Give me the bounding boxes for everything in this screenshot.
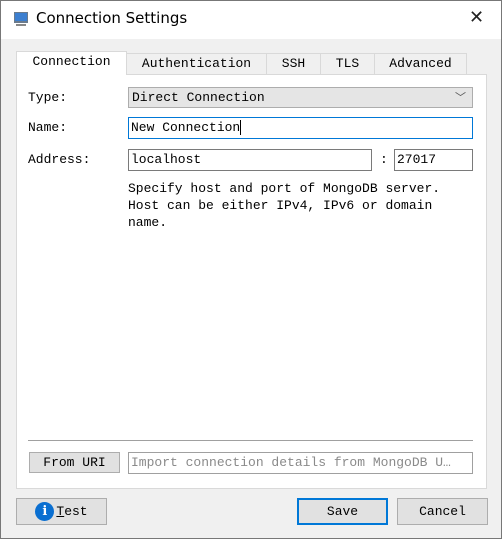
uri-input[interactable]: Import connection details from MongoDB U…: [128, 452, 473, 474]
text-cursor: ​: [240, 120, 242, 135]
type-select[interactable]: Direct Connection ﹀: [128, 87, 473, 108]
address-label: Address:: [28, 152, 91, 167]
name-value: New Connection: [131, 120, 241, 135]
cancel-button[interactable]: Cancel: [397, 498, 488, 525]
close-icon[interactable]: ✕: [469, 7, 484, 28]
test-button[interactable]: i Test: [16, 498, 107, 525]
type-value: Direct Connection: [132, 90, 265, 105]
host-input[interactable]: localhost: [128, 149, 372, 171]
help-line: name.: [128, 215, 168, 230]
help-line: Host can be either IPv4, IPv6 or domain: [128, 198, 433, 213]
port-separator: :: [380, 152, 388, 167]
test-label: est: [64, 504, 88, 519]
tab-connection[interactable]: Connection: [16, 51, 127, 75]
window-title: Connection Settings: [36, 9, 188, 27]
help-line: Specify host and port of MongoDB server.: [128, 181, 441, 196]
monitor-icon: [14, 12, 28, 26]
port-input[interactable]: 27017: [394, 149, 473, 171]
tab-ssh[interactable]: SSH: [266, 53, 321, 74]
chevron-down-icon: ﹀: [455, 91, 466, 104]
info-icon: i: [35, 502, 55, 522]
address-help-text: Specify host and port of MongoDB server.…: [128, 180, 468, 231]
separator: [28, 440, 473, 441]
tab-tls[interactable]: TLS: [320, 53, 375, 74]
from-uri-button[interactable]: From URI: [29, 452, 120, 473]
save-button[interactable]: Save: [297, 498, 388, 525]
name-label: Name:: [28, 120, 68, 135]
tab-advanced[interactable]: Advanced: [374, 53, 467, 74]
tab-authentication[interactable]: Authentication: [126, 53, 267, 74]
type-label: Type:: [28, 90, 68, 105]
name-input[interactable]: New Connection​: [128, 117, 473, 139]
